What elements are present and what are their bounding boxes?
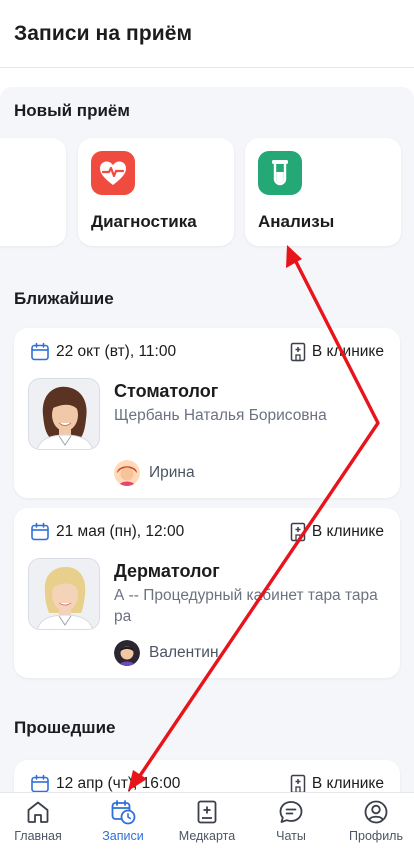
service-tile-diagnostics[interactable]: Диагностика: [78, 138, 234, 246]
nav-label-medcard: Медкарта: [178, 829, 236, 843]
app-screen: Записи на приём Новый приём Диагностика: [0, 0, 414, 852]
nav-item-medcard[interactable]: Медкарта: [166, 793, 248, 852]
appointment-date: 12 апр (чт), 16:00: [30, 774, 180, 792]
appointment-place: В клинике: [290, 342, 384, 362]
service-tile-partial[interactable]: [0, 138, 66, 246]
tile-label-diagnostics: Диагностика: [91, 212, 197, 231]
patient-chip: Валентин: [114, 640, 219, 666]
appointment-date: 21 мая (пн), 12:00: [30, 522, 184, 542]
tile-label-tests: Анализы: [258, 212, 335, 231]
chat-icon: [279, 801, 303, 823]
doctor-specialty: Дерматолог: [114, 561, 220, 581]
section-title-upcoming: Ближайшие: [14, 289, 114, 308]
patient-name: Ирина: [149, 464, 195, 481]
doctor-photo: [28, 378, 100, 450]
appointment-place-text: В клинике: [311, 775, 384, 792]
appointments-content[interactable]: Новый приём Диагностика Анализы Ближайши…: [0, 87, 414, 792]
calendar-clock-icon: [111, 800, 136, 825]
home-icon: [27, 801, 49, 823]
medical-book-icon: [197, 800, 217, 824]
doctor-photo: [28, 558, 100, 630]
nav-label-profile: Профиль: [349, 829, 403, 843]
patient-avatar: [114, 640, 140, 666]
heart-pulse-icon: [91, 151, 135, 195]
nav-item-profile[interactable]: Профиль: [335, 793, 414, 852]
service-tile-tests[interactable]: Анализы: [245, 138, 401, 246]
top-bar: Записи на приём: [0, 0, 414, 68]
page-title: Записи на приём: [14, 22, 193, 45]
appointment-date-text: 12 апр (чт), 16:00: [56, 775, 181, 792]
calendar-icon: [31, 522, 49, 541]
nav-item-chats[interactable]: Чаты: [250, 793, 332, 852]
appointment-date-text: 22 окт (вт), 11:00: [56, 343, 177, 360]
nav-label-home: Главная: [14, 829, 62, 843]
section-title-past: Прошедшие: [14, 718, 116, 737]
appointment-place: В клинике: [290, 522, 384, 542]
nav-label-appointments: Записи: [102, 829, 144, 843]
patient-chip: Ирина: [114, 460, 195, 486]
calendar-icon: [31, 342, 49, 361]
clinic-building-icon: [290, 774, 306, 792]
nav-item-appointments[interactable]: Записи: [82, 793, 164, 852]
appointment-place: В клинике: [290, 774, 384, 792]
patient-avatar: [114, 460, 140, 486]
calendar-icon: [31, 774, 49, 792]
clinic-building-icon: [290, 522, 306, 542]
doctor-name: А -- Процедурный кабинет тара тара ра: [114, 587, 378, 625]
doctor-name: Щербань Наталья Борисовна: [114, 407, 327, 424]
test-tube-icon: [258, 151, 302, 195]
clinic-building-icon: [290, 342, 306, 362]
section-title-new: Новый приём: [14, 101, 130, 120]
appointment-card[interactable]: 21 мая (пн), 12:00 В клинике Дерматолог …: [14, 508, 400, 678]
appointment-card[interactable]: 22 окт (вт), 11:00 В клинике Стоматолог …: [14, 328, 400, 498]
appointment-date-text: 21 мая (пн), 12:00: [56, 523, 185, 540]
appointment-date: 22 окт (вт), 11:00: [30, 342, 176, 362]
nav-item-home[interactable]: Главная: [0, 793, 79, 852]
doctor-specialty: Стоматолог: [114, 381, 219, 401]
bottom-nav: Главная Записи Медкарта Чаты Профиль: [0, 792, 414, 852]
nav-label-chats: Чаты: [276, 829, 306, 843]
profile-icon: [364, 800, 388, 824]
appointment-card[interactable]: 12 апр (чт), 16:00 В клинике: [14, 760, 400, 792]
appointment-place-text: В клинике: [311, 343, 384, 360]
appointment-place-text: В клинике: [311, 523, 384, 540]
patient-name: Валентин: [149, 644, 219, 661]
